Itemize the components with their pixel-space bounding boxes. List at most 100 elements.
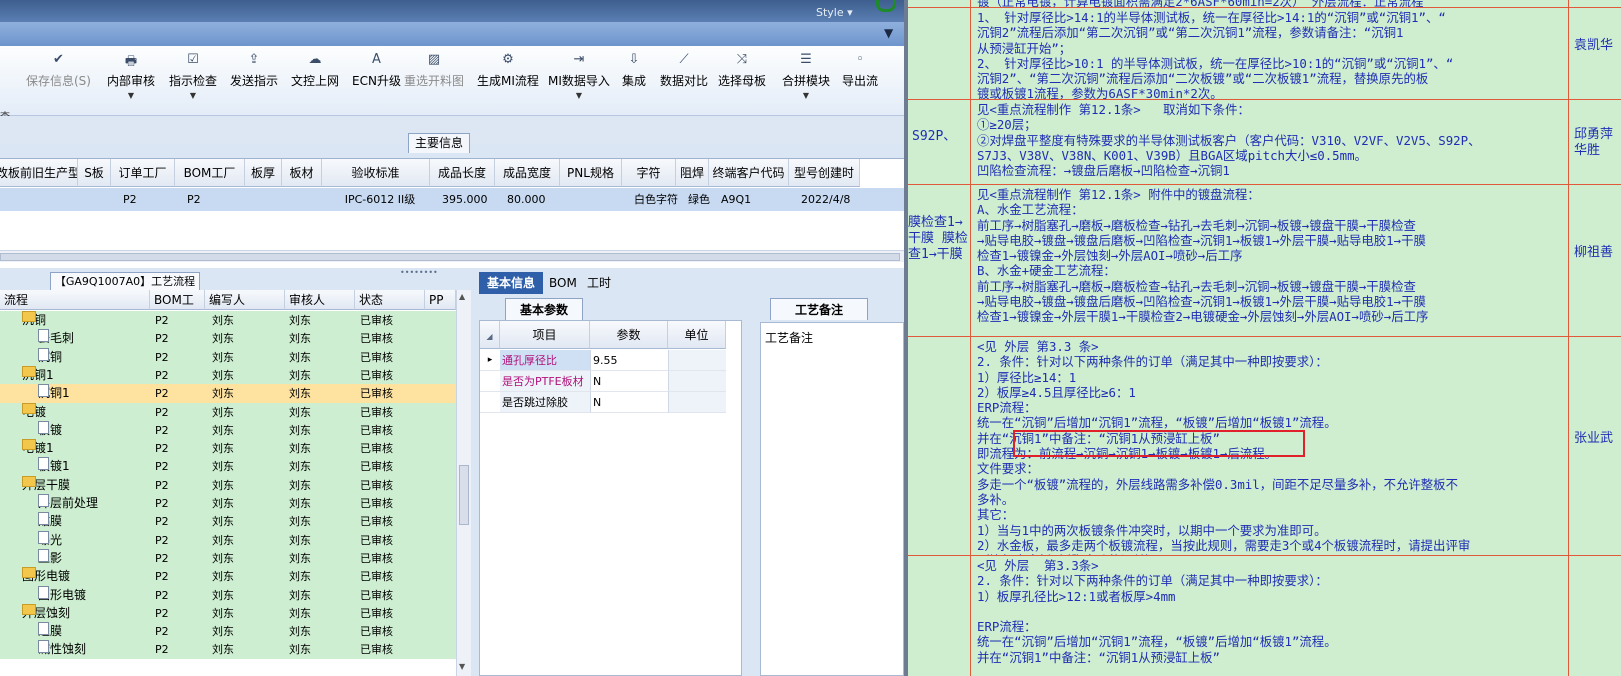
phone-icon[interactable] — [876, 0, 896, 12]
tab-basic-params[interactable]: 基本参数 — [505, 298, 583, 320]
table-cell[interactable]: 80.000 — [507, 188, 572, 211]
tree-row[interactable]: −电镀1 P2 刘东 刘东 已审核 — [0, 439, 456, 459]
column-header[interactable]: PP — [425, 290, 456, 310]
tree-node[interactable]: 外层前处理 — [38, 494, 98, 513]
table-cell[interactable]: 绿色 — [688, 188, 721, 211]
splitter[interactable] — [471, 290, 477, 676]
row-indicator[interactable]: ▸ — [480, 350, 500, 371]
column-header[interactable]: BOM工厂 — [150, 290, 205, 327]
tree-row[interactable]: 沉铜 P2 刘东 刘东 已审核 — [0, 347, 456, 367]
toolbar-button-6[interactable]: ▨ 重选开料图 — [404, 52, 464, 89]
column-header[interactable]: 参数 — [590, 321, 668, 349]
column-header[interactable]: 订单工厂 — [111, 159, 175, 187]
table-cell[interactable]: IPC-6012 II级 — [326, 188, 434, 211]
tree-row[interactable]: 沉铜1 P2 刘东 刘东 已审核 — [0, 384, 456, 404]
scroll-down-icon[interactable]: ▼ — [459, 662, 465, 671]
tree-node[interactable]: 贴膜 — [38, 512, 62, 531]
vertical-scrollbar[interactable]: ▲ ▼ — [456, 290, 471, 676]
tree-row[interactable]: −外层干膜 P2 刘东 刘东 已审核 — [0, 475, 456, 495]
table-cell[interactable]: 白色字符 — [634, 188, 688, 211]
tree-row[interactable]: 去毛刺 P2 刘东 刘东 已审核 — [0, 329, 456, 349]
tree-node[interactable]: −电镀1 — [22, 439, 54, 458]
tree-row[interactable]: −电镀 P2 刘东 刘东 已审核 — [0, 402, 456, 422]
tree-row[interactable]: −图形电镀 P2 刘东 刘东 已审核 — [0, 567, 456, 587]
toolbar-button-7[interactable]: ⚙ 生成MI流程 — [477, 52, 539, 89]
tab-process-flow[interactable]: 【GA9Q1007A0】工艺流程 — [50, 272, 200, 292]
tree-node[interactable]: −沉铜1 — [22, 365, 54, 385]
tree-node[interactable]: −外层干膜 — [22, 475, 70, 495]
tree-row[interactable]: 板镀 P2 刘东 刘东 已审核 — [0, 420, 456, 440]
column-header[interactable]: 字符 — [622, 159, 676, 187]
scroll-up-icon[interactable]: ▲ — [459, 292, 465, 301]
column-header[interactable]: 审核人 — [285, 290, 355, 310]
tree-node[interactable]: 去毛刺 — [38, 329, 74, 348]
dropdown-arrow-icon[interactable]: ▼ — [548, 91, 610, 100]
splitter[interactable] — [752, 290, 758, 676]
tree-node[interactable]: 板镀1 — [38, 457, 70, 476]
param-value[interactable]: 9.55 — [590, 350, 668, 371]
table-cell[interactable] — [90, 188, 123, 211]
column-header[interactable]: 阻焊 — [676, 159, 709, 187]
tree-row[interactable]: −沉铜 P2 刘东 刘东 已审核 — [0, 311, 456, 330]
tab-process-notes[interactable]: 工艺备注 — [770, 298, 868, 320]
param-unit[interactable] — [668, 392, 726, 413]
tree-node[interactable]: 图形电镀 — [38, 585, 86, 605]
row-indicator[interactable] — [480, 371, 500, 392]
column-header[interactable]: PNL规格 — [560, 159, 622, 187]
column-header[interactable]: 单位 — [668, 321, 726, 349]
tab-main-info[interactable]: 主要信息 — [408, 133, 470, 153]
tree-node[interactable]: −沉铜 — [22, 311, 46, 330]
tree-node[interactable]: −外层蚀刻 — [22, 603, 70, 623]
column-header[interactable]: 板厚 — [245, 159, 282, 187]
table-cell[interactable] — [8, 188, 90, 211]
toolbar-button-0[interactable]: ✔ 保存信息(S) — [26, 52, 91, 89]
tree-row[interactable]: 显影 P2 刘东 刘东 已审核 — [0, 548, 456, 568]
toolbar-button-9[interactable]: ⇩ 集成 — [622, 52, 646, 89]
param-value[interactable]: N — [590, 392, 668, 413]
dropdown-arrow-icon[interactable]: ▼ — [169, 91, 217, 100]
table-cell[interactable] — [572, 188, 634, 211]
column-header[interactable]: 验收标准 — [322, 159, 430, 187]
tree-row[interactable]: 外层前处理 P2 刘东 刘东 已审核 — [0, 494, 456, 513]
splitter-grip[interactable]: •••••••• — [400, 268, 438, 277]
tree-row[interactable]: 贴膜 P2 刘东 刘东 已审核 — [0, 512, 456, 532]
column-header[interactable]: 成品宽度 — [495, 159, 560, 187]
tab-2[interactable]: 工时 — [579, 272, 619, 294]
tree-row[interactable]: 板镀1 P2 刘东 刘东 已审核 — [0, 457, 456, 477]
toolbar-button-10[interactable]: ⟋ 数据对比 — [660, 52, 708, 89]
tree-node[interactable]: −图形电镀 — [22, 567, 70, 586]
tree-row[interactable]: −沉铜1 P2 刘东 刘东 已审核 — [0, 365, 456, 385]
tree-row[interactable]: −外层蚀刻 P2 刘东 刘东 已审核 — [0, 603, 456, 623]
tree-node[interactable]: 显影 — [38, 548, 62, 568]
column-header[interactable]: 板材 — [282, 159, 322, 187]
toolbar-button-1[interactable]: 🖶 内部审核 ▼ — [107, 52, 155, 100]
tree-node[interactable]: 碱性蚀刻 — [38, 640, 86, 659]
scroll-thumb[interactable] — [459, 465, 469, 525]
column-header[interactable]: 成品长度 — [430, 159, 495, 187]
scroll-thumb[interactable] — [0, 253, 900, 261]
dropdown-arrow-icon[interactable]: ▼ — [107, 91, 155, 100]
tab-0[interactable]: 基本信息 — [479, 272, 544, 294]
column-header[interactable]: BOM工厂 — [175, 159, 245, 187]
table-cell[interactable]: P2 — [187, 188, 257, 211]
column-header[interactable]: 型号创建时 — [789, 159, 860, 187]
horizontal-scrollbar[interactable] — [0, 250, 904, 262]
tree-node[interactable]: 退膜 — [38, 622, 62, 641]
table-cell[interactable]: 2022/4/8 — [801, 188, 872, 211]
toolbar-button-3[interactable]: ⇪ 发送指示 — [230, 52, 278, 89]
toolbar-button-4[interactable]: ☁ 文控上网 — [291, 52, 339, 89]
tree-node[interactable]: 曝光 — [38, 530, 62, 550]
table-cell[interactable]: A9Q1 — [721, 188, 801, 211]
toolbar-button-11[interactable]: ⤨ 选择母板 — [718, 52, 766, 89]
tree-row[interactable]: 图形电镀 P2 刘东 刘东 已审核 — [0, 585, 456, 605]
param-unit[interactable] — [668, 371, 726, 392]
toolbar-button-12[interactable]: ☰ 合拼模块 ▼ — [782, 52, 830, 100]
tree-node[interactable]: 沉铜 — [38, 347, 62, 367]
toolbar-button-2[interactable]: ☑ 指示检查 ▼ — [169, 52, 217, 100]
table-cell[interactable]: 395.000 — [442, 188, 507, 211]
tree-node[interactable]: 沉铜1 — [38, 384, 70, 403]
toolbar-button-13[interactable]: ◦ 导出流 — [842, 52, 878, 89]
row-indicator[interactable] — [480, 392, 500, 413]
tree-row[interactable]: 曝光 P2 刘东 刘东 已审核 — [0, 530, 456, 550]
tree-node[interactable]: 板镀 — [38, 420, 62, 440]
